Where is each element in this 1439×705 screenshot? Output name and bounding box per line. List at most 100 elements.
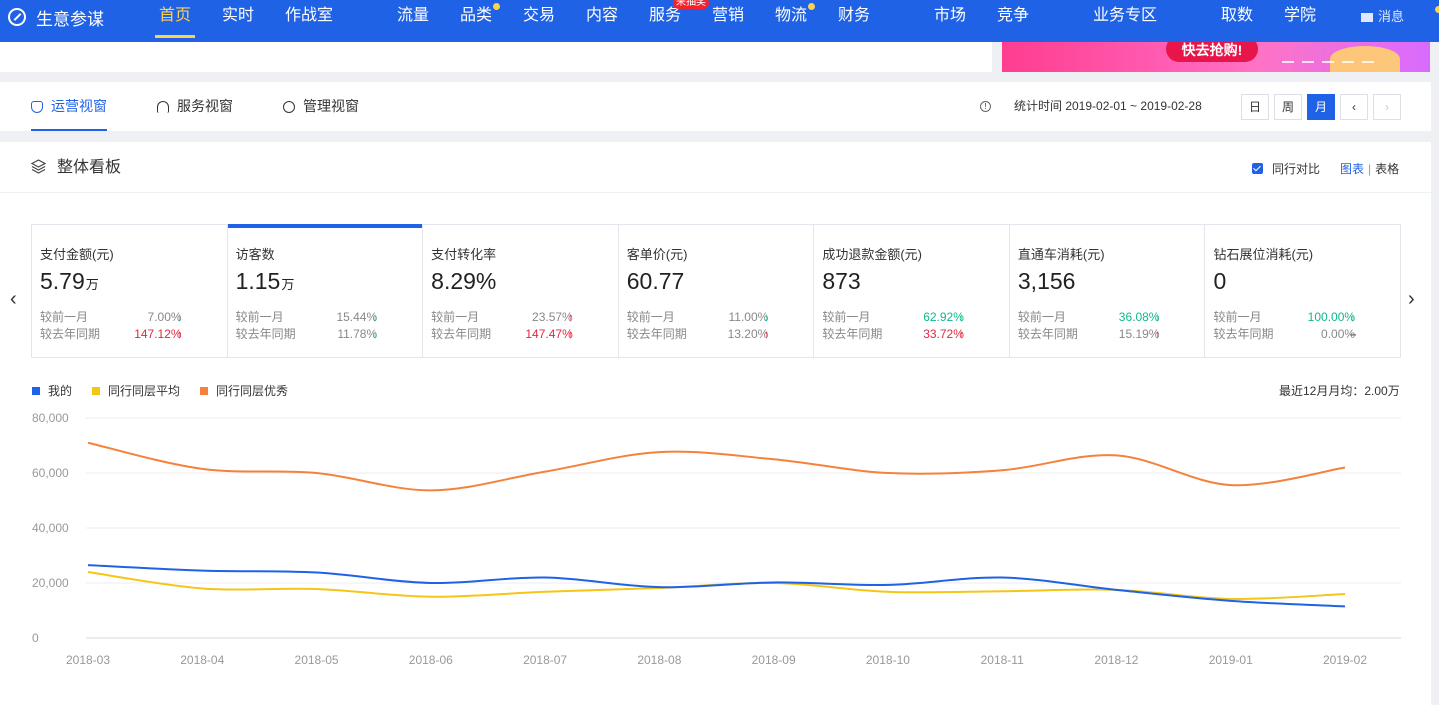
peer-compare-checkbox[interactable]: 同行对比 bbox=[1252, 160, 1320, 177]
summary-card-partial bbox=[0, 42, 992, 72]
separator: | bbox=[1368, 162, 1372, 176]
metric-card[interactable]: 客单价(元) 60.77 较前一月 11.00% ↓ 较去年同期 13.20% ↑ bbox=[619, 225, 815, 357]
metric-label: 支付金额(元) bbox=[40, 247, 114, 262]
nav-item-logistics[interactable]: 物流 bbox=[775, 0, 815, 34]
trend-chart: 0 20,000 40,000 60,000 80,000 2018-03 2018-04 2… bbox=[32, 411, 1401, 667]
metric-card[interactable]: 钻石展位消耗(元) 0 较前一月 100.00% ↓ 较去年同期 0.00% – bbox=[1205, 225, 1400, 357]
trend-up-icon: ↑ bbox=[567, 310, 574, 324]
info-icon[interactable]: ! bbox=[980, 101, 991, 112]
metric-card[interactable]: 支付转化率 8.29% 较前一月 23.57% ↑ 较去年同期 147.47% ↑ bbox=[423, 225, 619, 357]
tab-operation-view[interactable]: 运营视窗 bbox=[31, 82, 107, 131]
trend-up-icon: ↑ bbox=[763, 327, 770, 341]
metric-card[interactable]: 访客数 1.15万 较前一月 15.44% ↓ 较去年同期 11.78% ↓ bbox=[227, 224, 424, 357]
nav-item-content[interactable]: 内容 bbox=[586, 0, 618, 34]
yoy-row: 较去年同期 33.72% ↑ bbox=[822, 326, 1001, 343]
mom-row: 较前一月 7.00% ↓ bbox=[40, 309, 219, 326]
tab-label: 服务视窗 bbox=[177, 98, 233, 114]
period-day-button[interactable]: 日 bbox=[1241, 94, 1269, 120]
trend-down-icon: ↓ bbox=[1154, 310, 1161, 324]
nav-item-service[interactable]: 服务 来抽奖 bbox=[649, 0, 709, 34]
banner-pager[interactable] bbox=[1282, 61, 1374, 63]
nav-item-finance[interactable]: 财务 bbox=[838, 0, 870, 34]
x-tick-label: 2018-09 bbox=[752, 653, 796, 667]
metric-label: 客单价(元) bbox=[626, 247, 688, 262]
tab-label: 运营视窗 bbox=[51, 98, 107, 114]
nav-item-marketing[interactable]: 营销 bbox=[712, 0, 744, 34]
legend-item[interactable]: 同行同层平均 bbox=[92, 382, 180, 399]
metric-label: 访客数 bbox=[235, 247, 275, 262]
metrics-next-arrow[interactable]: › bbox=[1408, 288, 1415, 311]
y-tick-label: 80,000 bbox=[32, 411, 69, 425]
table-view-link[interactable]: 表格 bbox=[1375, 162, 1399, 176]
notification-dot bbox=[493, 3, 500, 10]
yoy-label: 较去年同期 bbox=[822, 327, 883, 341]
envelope-icon bbox=[1361, 12, 1373, 22]
x-tick-label: 2018-05 bbox=[295, 653, 339, 667]
mom-label: 较前一月 bbox=[1213, 310, 1262, 324]
y-tick-label: 20,000 bbox=[32, 576, 69, 590]
metric-card[interactable]: 成功退款金额(元) 873 较前一月 62.92% ↓ 较去年同期 33.72% ↑ bbox=[814, 225, 1010, 357]
metric-value: 3,156 bbox=[1017, 268, 1076, 294]
metric-label: 支付转化率 bbox=[431, 247, 497, 262]
chevron-right-icon: › bbox=[1385, 100, 1389, 114]
trend-up-icon: ↑ bbox=[958, 327, 965, 341]
series-line[interactable] bbox=[87, 564, 1346, 608]
nav-item-academy[interactable]: 学院 bbox=[1284, 0, 1316, 34]
brand[interactable]: 生意参谋 bbox=[8, 0, 104, 34]
nav-label: 实时 bbox=[222, 7, 255, 24]
metric-unit: 万 bbox=[85, 277, 99, 292]
banner-decoration bbox=[1330, 46, 1400, 72]
mom-row: 较前一月 36.08% ↓ bbox=[1018, 309, 1197, 326]
trend-up-icon: ↑ bbox=[1154, 327, 1161, 341]
nav-item-traffic[interactable]: 流量 bbox=[397, 0, 429, 34]
nav-item-competition[interactable]: 竞争 bbox=[997, 0, 1029, 34]
mom-row: 较前一月 15.44% ↓ bbox=[236, 309, 415, 326]
mom-label: 较前一月 bbox=[1017, 310, 1066, 324]
banner-cta[interactable]: 快去抢购! bbox=[1166, 42, 1258, 62]
metric-label: 成功退款金额(元) bbox=[822, 247, 922, 262]
nav-item-business-zone[interactable]: 业务专区 bbox=[1093, 0, 1157, 34]
mom-label: 较前一月 bbox=[235, 310, 284, 324]
x-tick-label: 2019-02 bbox=[1323, 653, 1367, 667]
metric-label: 直通车消耗(元) bbox=[1017, 247, 1105, 262]
legend-item[interactable]: 同行同层优秀 bbox=[200, 382, 288, 399]
period-week-button[interactable]: 周 bbox=[1274, 94, 1302, 120]
metric-card[interactable]: 支付金额(元) 5.79万 较前一月 7.00% ↓ 较去年同期 147.12% ↑ bbox=[32, 225, 228, 357]
nav-label: 流量 bbox=[397, 7, 430, 24]
metric-value: 0 bbox=[1213, 268, 1227, 294]
tab-service-view[interactable]: 服务视窗 bbox=[157, 82, 233, 131]
medal-icon bbox=[283, 100, 295, 113]
notification-dot bbox=[1435, 6, 1439, 13]
nav-item-trade[interactable]: 交易 bbox=[523, 0, 555, 34]
promo-banner[interactable]: 快去抢购! bbox=[1002, 42, 1430, 72]
stats-range-label: 统计时间 2019-02-01 ~ 2019-02-28 bbox=[1014, 99, 1202, 113]
metric-card[interactable]: 直通车消耗(元) 3,156 较前一月 36.08% ↓ 较去年同期 15.19% ↑ bbox=[1010, 225, 1206, 357]
legend-item[interactable]: 我的 bbox=[32, 382, 72, 399]
chart-legend: 我的 同行同层平均 同行同层优秀 bbox=[32, 382, 308, 399]
messages-button[interactable]: 消息 bbox=[1361, 0, 1439, 34]
x-tick-label: 2019-01 bbox=[1209, 653, 1253, 667]
nav-item-category[interactable]: 品类 bbox=[460, 0, 500, 34]
nav-item-war-room[interactable]: 作战室 bbox=[285, 0, 333, 34]
nav-item-realtime[interactable]: 实时 bbox=[222, 0, 254, 34]
nav-item-market[interactable]: 市场 bbox=[934, 0, 966, 34]
yoy-row: 较去年同期 13.20% ↑ bbox=[627, 326, 806, 343]
nav-label: 营销 bbox=[712, 7, 745, 24]
prev-period-button[interactable]: ‹ bbox=[1340, 94, 1368, 120]
chart-view-link[interactable]: 图表 bbox=[1340, 162, 1364, 176]
nav-item-fetch-data[interactable]: 取数 bbox=[1221, 0, 1253, 34]
series-line[interactable] bbox=[87, 441, 1346, 492]
nav-label: 内容 bbox=[586, 7, 619, 24]
nav-item-home[interactable]: 首页 bbox=[154, 0, 196, 38]
legend-label: 同行同层平均 bbox=[108, 384, 181, 398]
next-period-button[interactable]: › bbox=[1373, 94, 1401, 120]
tab-management-view[interactable]: 管理视窗 bbox=[283, 82, 359, 131]
lottery-badge[interactable]: 来抽奖 bbox=[673, 0, 709, 9]
x-tick-label: 2018-03 bbox=[66, 653, 110, 667]
yoy-row: 较去年同期 0.00% – bbox=[1213, 326, 1392, 343]
stats-range: ! 统计时间 2019-02-01 ~ 2019-02-28 bbox=[980, 82, 1202, 131]
metrics-prev-arrow[interactable]: ‹ bbox=[10, 288, 17, 311]
brand-name: 生意参谋 bbox=[36, 9, 104, 29]
period-month-button[interactable]: 月 bbox=[1307, 94, 1335, 120]
tab-label: 管理视窗 bbox=[303, 98, 359, 114]
